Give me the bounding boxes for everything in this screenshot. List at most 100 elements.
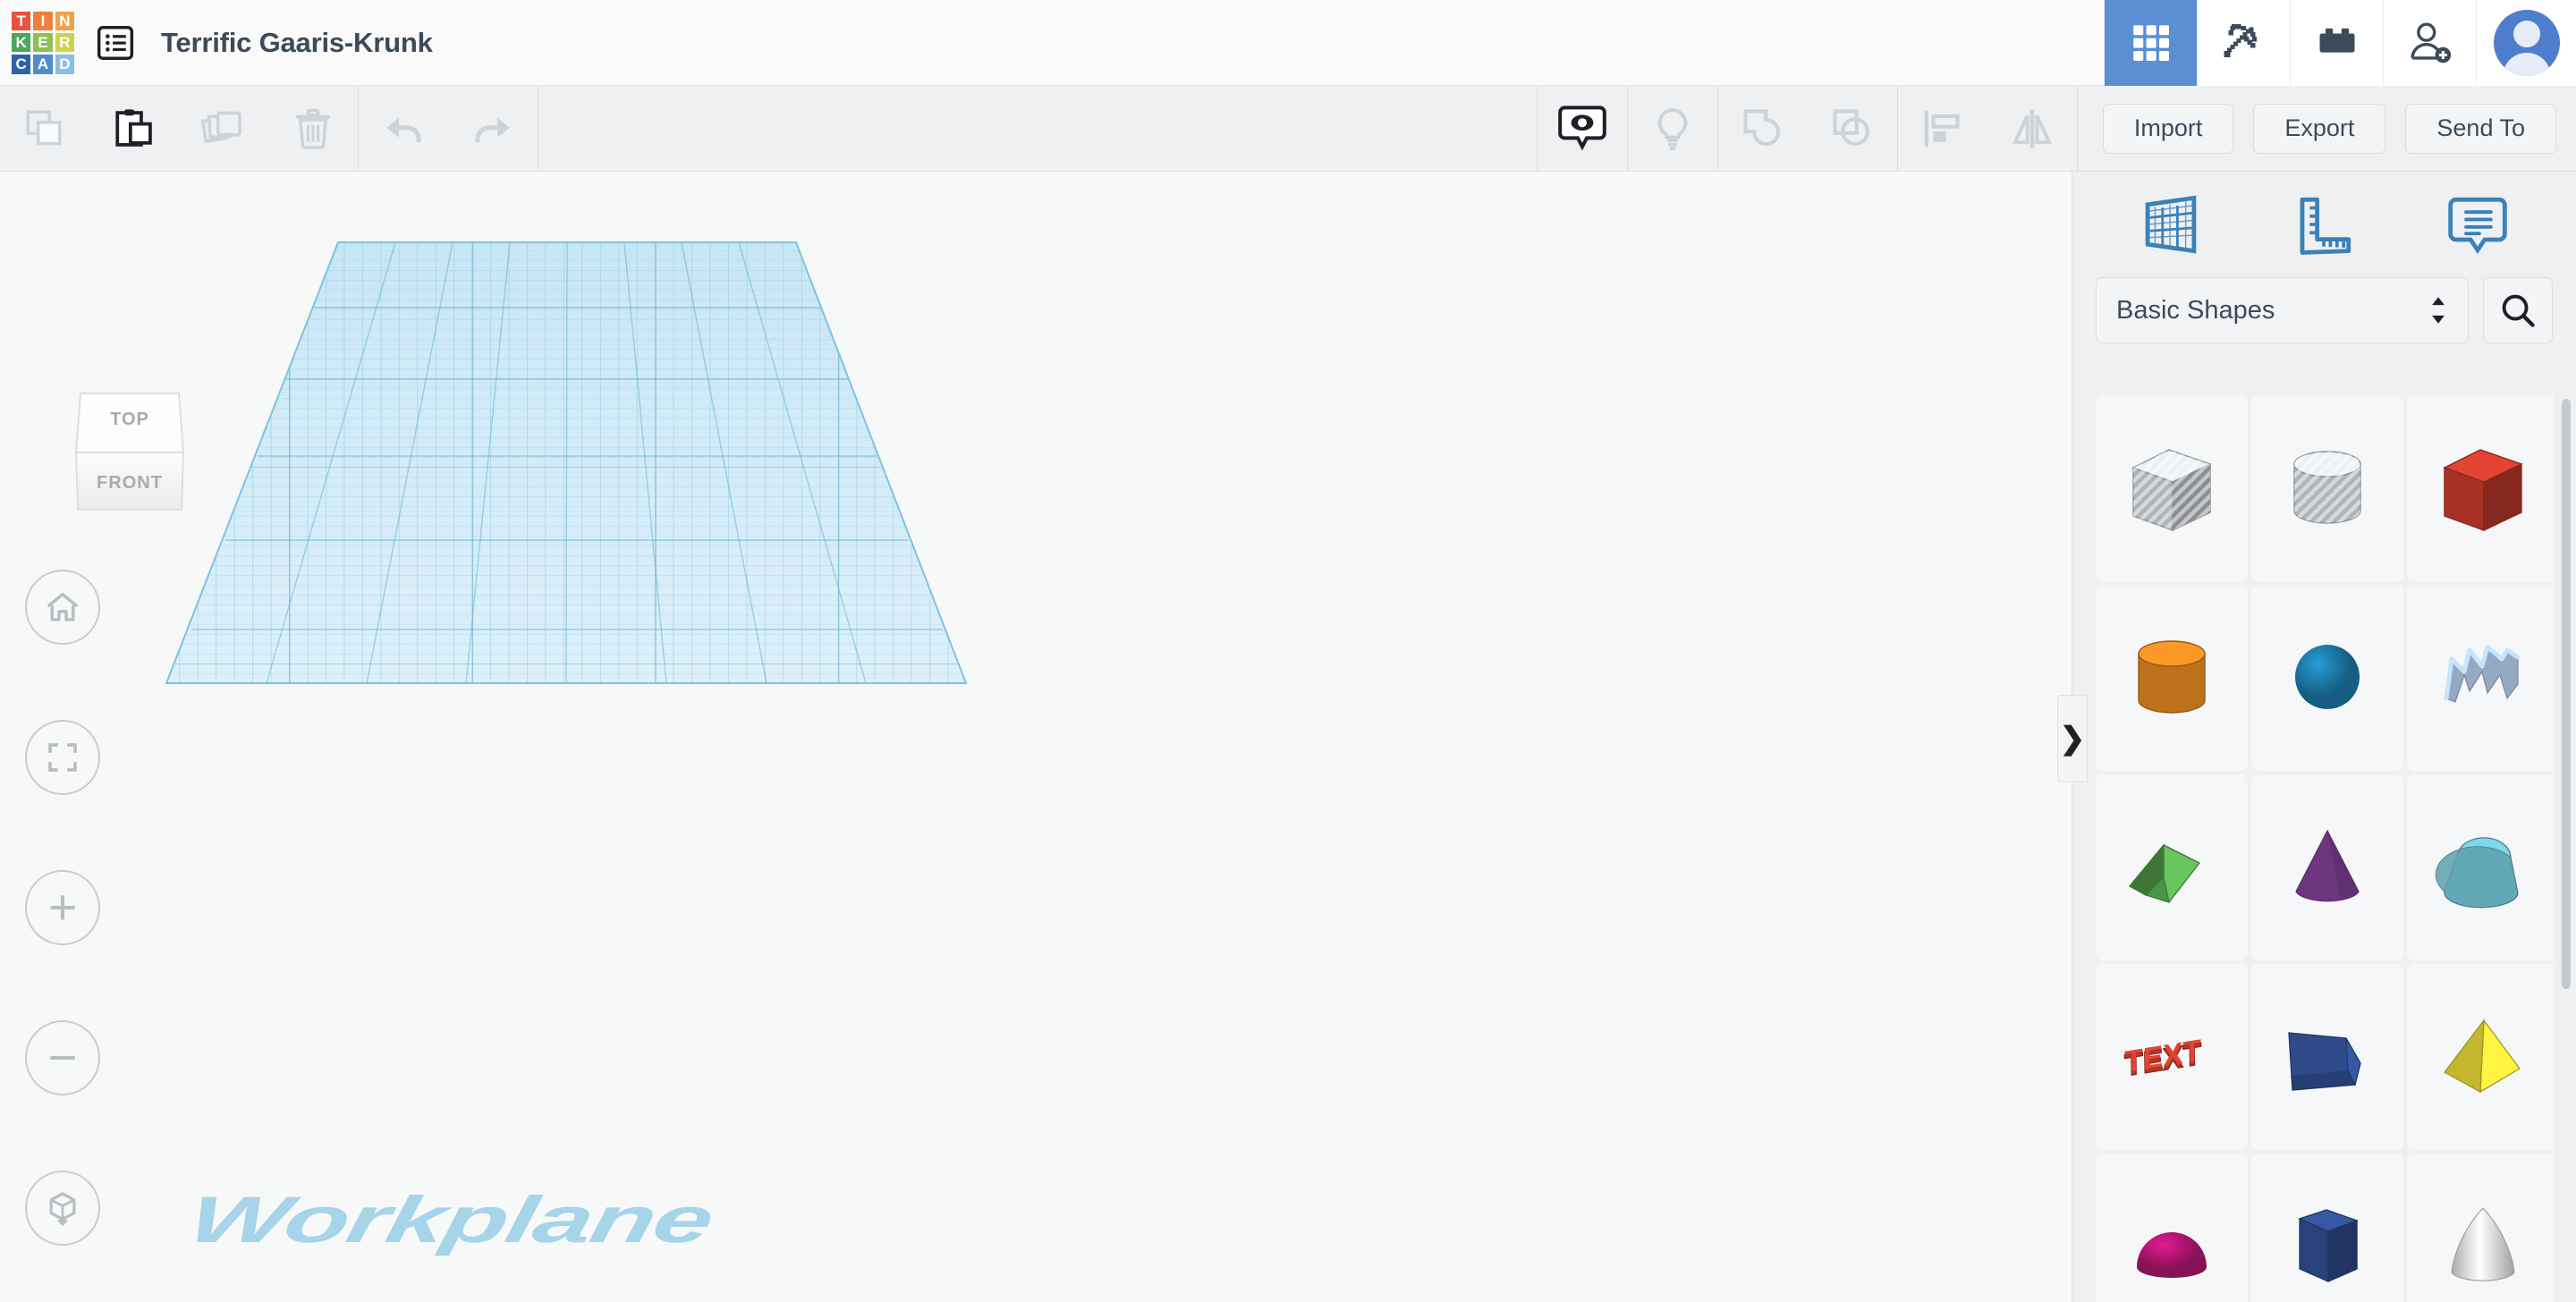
- chevron-updown-icon: [2428, 294, 2448, 326]
- tinkercad-logo[interactable]: TIN KER CAD: [0, 0, 86, 86]
- avatar: [2494, 10, 2560, 76]
- chevron-right-icon: ❯: [2060, 721, 2086, 757]
- shape-hexagon[interactable]: [2251, 1154, 2403, 1302]
- note-tool-button[interactable]: [2445, 191, 2511, 258]
- send-to-button[interactable]: Send To: [2405, 104, 2556, 154]
- shape-half-sphere[interactable]: [2096, 1154, 2248, 1302]
- mirror-icon: [2009, 106, 2055, 152]
- panel-scrollbar[interactable]: [2562, 399, 2571, 1293]
- lego-brick-icon: [2314, 20, 2360, 66]
- trash-icon: [291, 106, 335, 151]
- copy-button[interactable]: [0, 86, 89, 172]
- ruler-tool-button[interactable]: [2291, 191, 2357, 258]
- shapes-panel: Basic Shapes TEXTTEXT: [2072, 172, 2576, 1302]
- ungroup-icon: [1829, 106, 1876, 152]
- workplane-icon: [2138, 191, 2204, 258]
- perspective-cube-icon: [43, 1188, 82, 1228]
- group-icon: [1740, 106, 1786, 152]
- ungroup-button[interactable]: [1808, 86, 1897, 172]
- view-navigation-controls: [25, 570, 100, 1246]
- toolbar-divider: [2077, 86, 2078, 172]
- perspective-toggle-button[interactable]: [25, 1171, 100, 1246]
- fit-view-button[interactable]: [25, 720, 100, 795]
- home-icon: [43, 588, 82, 627]
- redo-button[interactable]: [448, 86, 538, 172]
- home-view-button[interactable]: [25, 570, 100, 645]
- lego-brick-icon-button[interactable]: [2290, 0, 2383, 86]
- svg-text:TOP: TOP: [110, 410, 149, 429]
- workplane-label: Workplane: [182, 1182, 719, 1257]
- shape-cone[interactable]: [2251, 774, 2403, 960]
- logo-cell-a: A: [33, 55, 52, 73]
- show-hide-button[interactable]: [1538, 86, 1627, 172]
- fit-to-view-icon: [44, 739, 81, 776]
- shape-cylinder[interactable]: [2096, 585, 2248, 771]
- collapse-panel-button[interactable]: ❯: [2057, 695, 2088, 782]
- align-button[interactable]: [1898, 86, 1987, 172]
- light-button[interactable]: [1628, 86, 1717, 172]
- minecraft-pickaxe-icon-button[interactable]: [2197, 0, 2290, 86]
- top-bar: TIN KER CAD Terrific Gaaris-Krunk: [0, 0, 2576, 86]
- search-button[interactable]: [2483, 277, 2553, 343]
- zoom-out-button[interactable]: [25, 1020, 100, 1095]
- delete-button[interactable]: [268, 86, 358, 172]
- page-title: Terrific Gaaris-Krunk: [161, 27, 433, 59]
- import-button[interactable]: Import: [2103, 104, 2234, 154]
- undo-icon: [380, 106, 427, 152]
- shape-paraboloid[interactable]: [2407, 1154, 2554, 1302]
- shape-category-select[interactable]: Basic Shapes: [2096, 277, 2469, 343]
- view-cube[interactable]: TOP FRONT: [49, 376, 210, 537]
- workplane[interactable]: Workplane: [0, 172, 2072, 1302]
- workplane-tool-button[interactable]: [2138, 191, 2204, 258]
- logo-cell-d: D: [55, 55, 74, 73]
- paste-icon: [112, 106, 157, 151]
- shape-cylinder-hole[interactable]: [2251, 395, 2403, 581]
- note-icon: [2445, 191, 2511, 258]
- lightbulb-icon: [1649, 106, 1696, 152]
- logo-cell-r: R: [55, 33, 74, 52]
- designs-grid-icon-button[interactable]: [2104, 0, 2197, 86]
- shape-wedge[interactable]: [2251, 964, 2403, 1150]
- logo-cell-k: K: [12, 33, 30, 52]
- logo-cell-n: N: [55, 12, 74, 30]
- duplicate-button[interactable]: [179, 86, 268, 172]
- nav-gap: [25, 1095, 100, 1171]
- nav-gap: [25, 795, 100, 870]
- projects-list-button[interactable]: [86, 0, 145, 86]
- zoom-in-button[interactable]: [25, 870, 100, 945]
- shape-category-row: Basic Shapes: [2072, 277, 2576, 343]
- mirror-button[interactable]: [1987, 86, 2077, 172]
- shape-category-label: Basic Shapes: [2116, 296, 2428, 326]
- export-button[interactable]: Export: [2253, 104, 2385, 154]
- logo-grid: TIN KER CAD: [12, 12, 74, 74]
- panel-scroll-thumb[interactable]: [2562, 399, 2571, 989]
- logo-cell-c: C: [12, 55, 30, 73]
- logo-cell-e: E: [33, 33, 52, 52]
- invite-person-icon-button[interactable]: [2383, 0, 2476, 86]
- logo-cell-i: I: [33, 12, 52, 30]
- shape-text[interactable]: TEXTTEXT: [2096, 964, 2248, 1150]
- logo-cell-t: T: [12, 12, 30, 30]
- group-button[interactable]: [1718, 86, 1808, 172]
- designs-grid-icon: [2129, 21, 2174, 65]
- ruler-icon: [2291, 191, 2357, 258]
- shape-halfcylinder[interactable]: [2407, 774, 2554, 960]
- avatar-button[interactable]: [2476, 0, 2576, 86]
- undo-button[interactable]: [359, 86, 448, 172]
- nav-gap: [25, 645, 100, 720]
- invite-person-icon: [2406, 19, 2454, 67]
- shape-roof[interactable]: [2096, 774, 2248, 960]
- search-icon: [2498, 291, 2538, 330]
- paste-button[interactable]: [89, 86, 179, 172]
- shape-box-hole[interactable]: [2096, 395, 2248, 581]
- shape-sphere[interactable]: [2251, 585, 2403, 771]
- shape-scribble[interactable]: [2407, 585, 2554, 771]
- zoom-in-icon: [43, 888, 82, 927]
- eye-icon: [1557, 104, 1607, 154]
- shape-pyramid[interactable]: [2407, 964, 2554, 1150]
- 3d-canvas[interactable]: Workplane TOP FRONT: [0, 172, 2072, 1302]
- copy-icon: [22, 106, 67, 151]
- shape-grid: TEXTTEXT: [2096, 395, 2554, 1302]
- shape-box[interactable]: [2407, 395, 2554, 581]
- align-icon: [1919, 106, 1966, 152]
